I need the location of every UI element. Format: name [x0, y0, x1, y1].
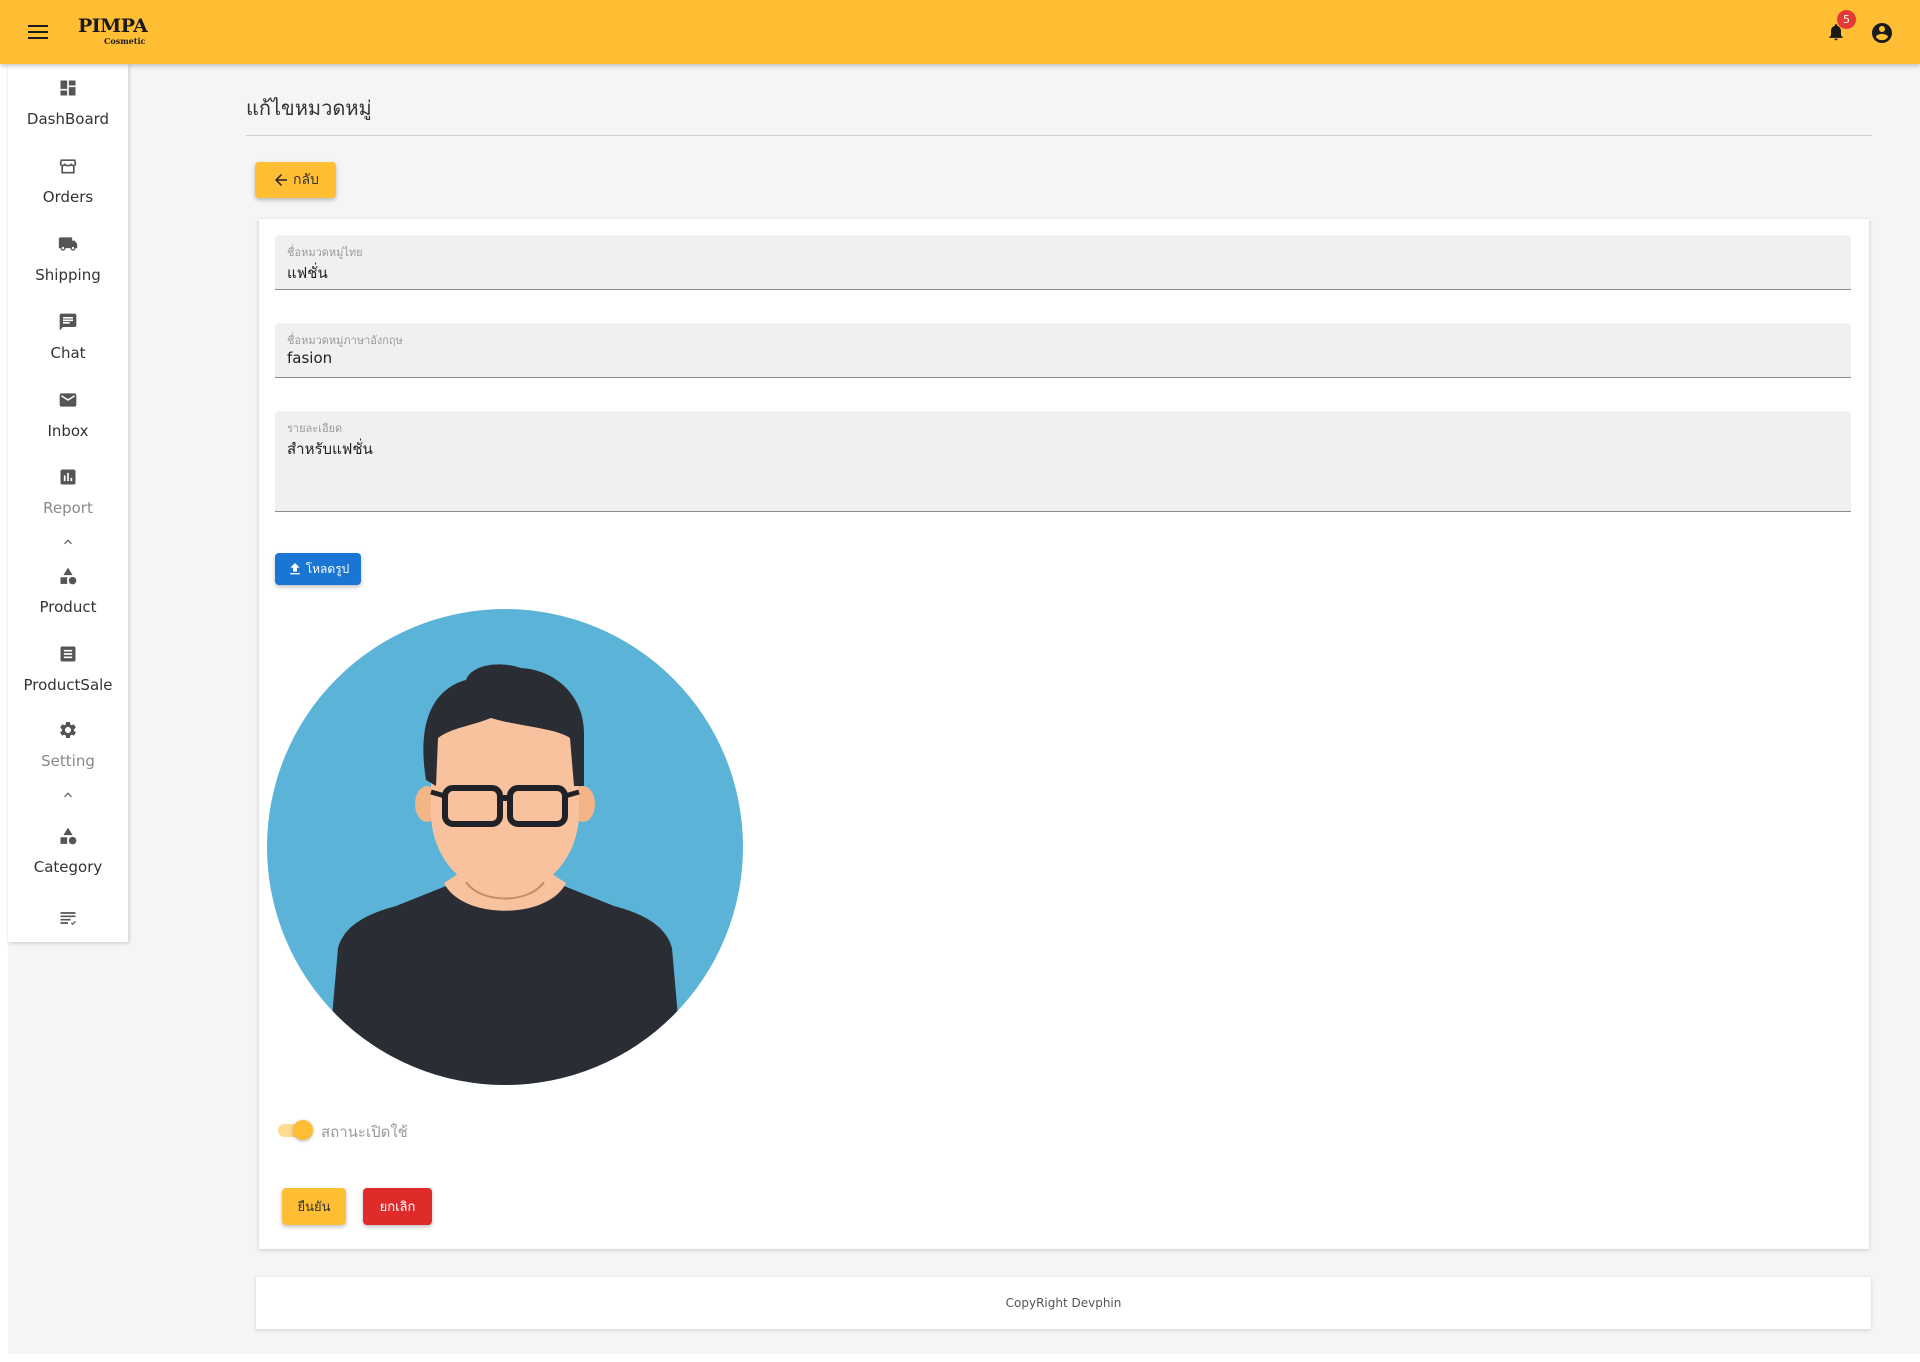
upload-button-label: โหลดรูป: [305, 561, 350, 576]
field-value[interactable]: สำหรับแฟชั่น: [287, 437, 373, 461]
top-app-bar: PIMPA Cosmetic 5: [0, 0, 1920, 64]
confirm-button[interactable]: ยืนยัน: [282, 1188, 346, 1225]
toggle-knob: [293, 1120, 313, 1140]
menu-button[interactable]: [20, 14, 56, 50]
sidebar-item-label: Inbox: [47, 422, 89, 440]
field-label: ชื่อหมวดหมู่ไทย: [287, 246, 363, 259]
footer-copyright: CopyRight Devphin: [1005, 1296, 1122, 1310]
mail-icon: [59, 393, 77, 407]
sidebar-item-label: Orders: [42, 188, 94, 206]
chevron-up-icon[interactable]: [60, 787, 76, 803]
cancel-button[interactable]: ยกเลิก: [363, 1188, 432, 1225]
sidebar-item-chat[interactable]: Chat: [8, 312, 128, 382]
brand-name: PIMPA: [78, 15, 148, 37]
sidebar-item-product[interactable]: Product: [8, 566, 128, 636]
upload-icon: [290, 563, 300, 575]
arrow-left-icon: [275, 174, 288, 186]
footer: CopyRight Devphin: [256, 1277, 1871, 1329]
status-toggle-label: สถานะเปิดใช้: [321, 1123, 408, 1141]
account-button[interactable]: [1867, 18, 1897, 48]
sidebar-item-label: Category: [33, 858, 103, 876]
sidebar-item-label: DashBoard: [26, 110, 110, 128]
sidebar-item-label: Product: [39, 598, 97, 616]
sidebar-item-label: Report: [43, 499, 93, 517]
hamburger-menu-icon: [28, 25, 48, 39]
brand-logo[interactable]: PIMPA Cosmetic: [78, 16, 168, 52]
shapes-icon: [60, 567, 77, 585]
shapes-icon: [60, 827, 77, 845]
page-title: แก้ไขหมวดหมู่: [246, 96, 372, 120]
sidebar-item-inbox[interactable]: Inbox: [8, 390, 128, 460]
sidebar-item-shipping[interactable]: Shipping: [8, 234, 128, 304]
sidebar-item-label: Chat: [50, 344, 86, 362]
category-name-en-field[interactable]: ชื่อหมวดหมู่ภาษาอังกฤษ fasion: [275, 323, 1851, 378]
list-icon: [60, 646, 76, 662]
field-label: ชื่อหมวดหมู่ภาษาอังกฤษ: [287, 334, 403, 347]
store-icon: [59, 159, 77, 174]
category-edit-form: ชื่อหมวดหมู่ไทย แฟชั่น ชื่อหมวดหมู่ภาษาอ…: [259, 219, 1869, 1249]
status-toggle[interactable]: [275, 1119, 315, 1141]
truck-icon: [58, 237, 78, 251]
back-button[interactable]: กลับ: [255, 162, 336, 198]
chat-icon: [59, 313, 77, 331]
sidebar-item-label: Shipping: [35, 266, 101, 284]
back-button-label: กลับ: [293, 172, 319, 188]
sidebar-item-orders[interactable]: Orders: [8, 156, 128, 226]
gear-icon: [60, 722, 76, 738]
sidebar-item-label: ProductSale: [23, 676, 113, 694]
sidebar-item-productsale[interactable]: ProductSale: [8, 644, 128, 714]
sidebar: DashBoard Orders Shipping Chat Inbox Rep…: [8, 64, 128, 942]
field-value[interactable]: fasion: [287, 349, 332, 367]
field-label: รายละเอียด: [287, 422, 343, 435]
category-name-th-field[interactable]: ชื่อหมวดหมู่ไทย แฟชั่น: [275, 235, 1851, 290]
title-divider: [246, 135, 1872, 136]
account-circle-icon: [1872, 23, 1892, 43]
sidebar-item-setting[interactable]: Setting: [8, 720, 128, 790]
brand-subtitle: Cosmetic: [104, 36, 146, 46]
sidebar-item-dashboard[interactable]: DashBoard: [8, 78, 128, 148]
checklist-icon: [60, 912, 76, 926]
notification-badge: 5: [1837, 10, 1856, 29]
bar-chart-icon: [60, 469, 76, 485]
sidebar-item-checklist[interactable]: [8, 908, 128, 932]
category-detail-field[interactable]: รายละเอียด สำหรับแฟชั่น: [275, 411, 1851, 512]
sidebar-item-label: Setting: [41, 752, 95, 770]
sidebar-item-report[interactable]: Report: [8, 467, 128, 537]
notifications-button[interactable]: 5: [1820, 10, 1856, 48]
sidebar-item-category[interactable]: Category: [8, 826, 128, 896]
field-value[interactable]: แฟชั่น: [287, 261, 328, 285]
dashboard-icon: [60, 80, 76, 96]
chevron-up-icon[interactable]: [60, 534, 76, 550]
category-image-preview: [267, 609, 743, 1085]
upload-image-button[interactable]: โหลดรูป: [275, 553, 361, 585]
